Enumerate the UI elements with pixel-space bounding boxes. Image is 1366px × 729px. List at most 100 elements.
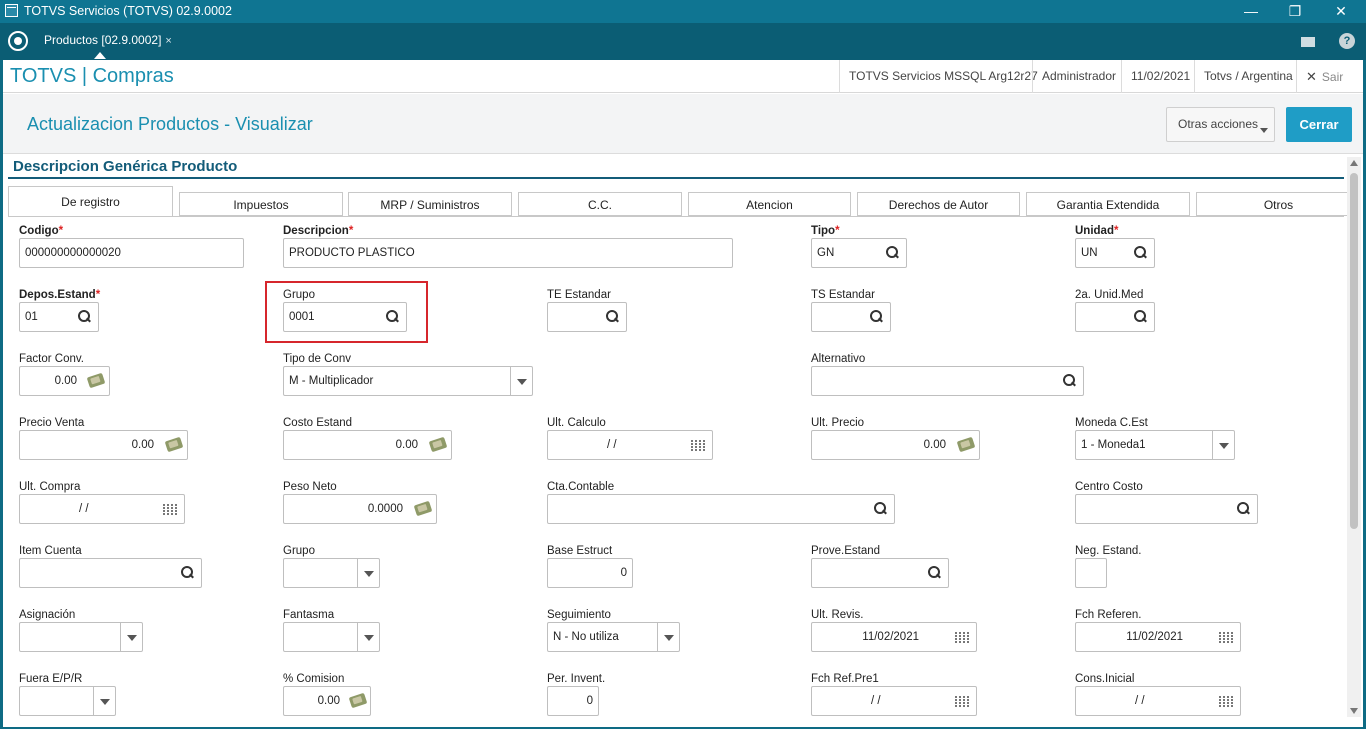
ctacontable-field[interactable] (547, 494, 895, 524)
tab-de-registro[interactable]: De registro (8, 186, 173, 217)
proveestand-field[interactable] (811, 558, 949, 588)
chevron-down-icon[interactable] (1212, 431, 1234, 459)
calculator-icon[interactable] (413, 500, 433, 517)
search-icon[interactable] (886, 246, 898, 258)
chevron-down-icon[interactable] (510, 367, 532, 395)
vertical-scrollbar[interactable] (1347, 157, 1361, 717)
chevron-down-icon[interactable] (120, 623, 142, 651)
tipo-field[interactable]: GN (811, 238, 907, 268)
fchrefpre1-field[interactable]: / / (811, 686, 977, 716)
close-button[interactable]: Cerrar (1286, 107, 1352, 142)
search-icon[interactable] (1134, 246, 1146, 258)
exit-link[interactable]: ✕ Sair (1296, 60, 1363, 93)
calculator-icon[interactable] (428, 436, 448, 453)
negestand-label: Neg. Estand. (1075, 545, 1142, 557)
asignacion-label: Asignación (19, 609, 76, 621)
scroll-down-icon[interactable] (1350, 708, 1358, 714)
fuera-select[interactable] (19, 686, 116, 716)
tab-impuestos[interactable]: Impuestos (179, 192, 343, 216)
centrocosto-field[interactable] (1075, 494, 1258, 524)
ultrevis-field[interactable]: 11/02/2021 (811, 622, 977, 652)
comision-field[interactable]: 0.00 (283, 686, 371, 716)
close-window-button[interactable]: ✕ (1318, 0, 1364, 23)
tab-productos[interactable]: Productos [02.9.0002] × (36, 23, 180, 60)
alternativo-label: Alternativo (811, 353, 866, 365)
asignacion-select[interactable] (19, 622, 143, 652)
calendar-icon[interactable] (691, 440, 706, 452)
section-title: Descripcion Genérica Producto (13, 158, 238, 175)
chevron-down-icon[interactable] (357, 559, 379, 587)
chevron-down-icon[interactable] (357, 623, 379, 651)
seguimiento-select[interactable]: N - No utiliza (547, 622, 680, 652)
codigo-field[interactable]: 000000000000020 (19, 238, 244, 268)
calculator-icon[interactable] (956, 436, 976, 453)
ultprecio-field[interactable]: 0.00 (811, 430, 980, 460)
chevron-down-icon[interactable] (657, 623, 679, 651)
tab-garantia-extendida[interactable]: Garantia Extendida (1026, 192, 1190, 216)
calendar-icon[interactable] (1219, 632, 1234, 644)
exit-label: Sair (1321, 70, 1344, 84)
calculator-icon[interactable] (164, 436, 184, 453)
moneda-select[interactable]: 1 - Moneda1 (1075, 430, 1235, 460)
factor-field[interactable]: 0.00 (19, 366, 110, 396)
pesoneto-field[interactable]: 0.0000 (283, 494, 437, 524)
calendar-icon[interactable] (955, 696, 970, 708)
tipoconv-label: Tipo de Conv (283, 353, 351, 365)
grupo2-select[interactable] (283, 558, 380, 588)
ultcompra-field[interactable]: / / (19, 494, 185, 524)
more-actions-button[interactable]: Otras acciones (1166, 107, 1275, 142)
search-icon[interactable] (1237, 502, 1249, 514)
precioventa-field[interactable]: 0.00 (19, 430, 188, 460)
calendar-icon[interactable] (163, 504, 178, 516)
tipoconv-select[interactable]: M - Multiplicador (283, 366, 533, 396)
unidad-label: Unidad* (1075, 225, 1119, 237)
unidad-field[interactable]: UN (1075, 238, 1155, 268)
ultcalculo-field[interactable]: / / (547, 430, 713, 460)
descripcion-field[interactable]: PRODUCTO PLASTICO (283, 238, 733, 268)
perinvent-field[interactable]: 0 (547, 686, 599, 716)
search-icon[interactable] (78, 310, 90, 322)
tab-atencion[interactable]: Atencion (688, 192, 851, 216)
search-icon[interactable] (928, 566, 940, 578)
itemcuenta-field[interactable] (19, 558, 202, 588)
chevron-down-icon[interactable] (93, 687, 115, 715)
help-icon[interactable]: ? (1339, 33, 1355, 49)
chevron-down-icon (1260, 128, 1268, 133)
mail-icon[interactable] (1301, 37, 1315, 47)
scroll-up-icon[interactable] (1350, 160, 1358, 166)
tab-close-icon[interactable]: × (165, 35, 171, 47)
calendar-icon[interactable] (955, 632, 970, 644)
tab-derechos-de-autor[interactable]: Derechos de Autor (857, 192, 1020, 216)
precioventa-label: Precio Venta (19, 417, 85, 429)
search-icon[interactable] (870, 310, 882, 322)
search-icon[interactable] (181, 566, 193, 578)
totvs-logo-icon[interactable] (8, 31, 28, 51)
search-icon[interactable] (1063, 374, 1075, 386)
unid2-field[interactable] (1075, 302, 1155, 332)
ts-field[interactable] (811, 302, 891, 332)
minimize-button[interactable]: — (1228, 0, 1274, 23)
negestand-field[interactable] (1075, 558, 1107, 588)
calculator-icon[interactable] (86, 372, 106, 389)
tab-otros[interactable]: Otros (1196, 192, 1361, 216)
depos-field[interactable]: 01 (19, 302, 99, 332)
costo-field[interactable]: 0.00 (283, 430, 452, 460)
alternativo-field[interactable] (811, 366, 1084, 396)
consinicial-field[interactable]: / / (1075, 686, 1241, 716)
company-label: Totvs / Argentina (1194, 60, 1302, 93)
unid2-label: 2a. Unid.Med (1075, 289, 1144, 301)
calendar-icon[interactable] (1219, 696, 1234, 708)
baseestruct-field[interactable]: 0 (547, 558, 633, 588)
fantasma-select[interactable] (283, 622, 380, 652)
tab-mrp-suministros[interactable]: MRP / Suministros (348, 192, 512, 216)
scrollbar-thumb[interactable] (1350, 173, 1358, 529)
calculator-icon[interactable] (348, 692, 368, 709)
search-icon[interactable] (874, 502, 886, 514)
fchreferen-field[interactable]: 11/02/2021 (1075, 622, 1241, 652)
restore-button[interactable]: ❐ (1272, 0, 1318, 23)
depos-label: Depos.Estand* (19, 289, 101, 301)
search-icon[interactable] (606, 310, 618, 322)
search-icon[interactable] (1134, 310, 1146, 322)
te-field[interactable] (547, 302, 627, 332)
tab-cc[interactable]: C.C. (518, 192, 682, 216)
